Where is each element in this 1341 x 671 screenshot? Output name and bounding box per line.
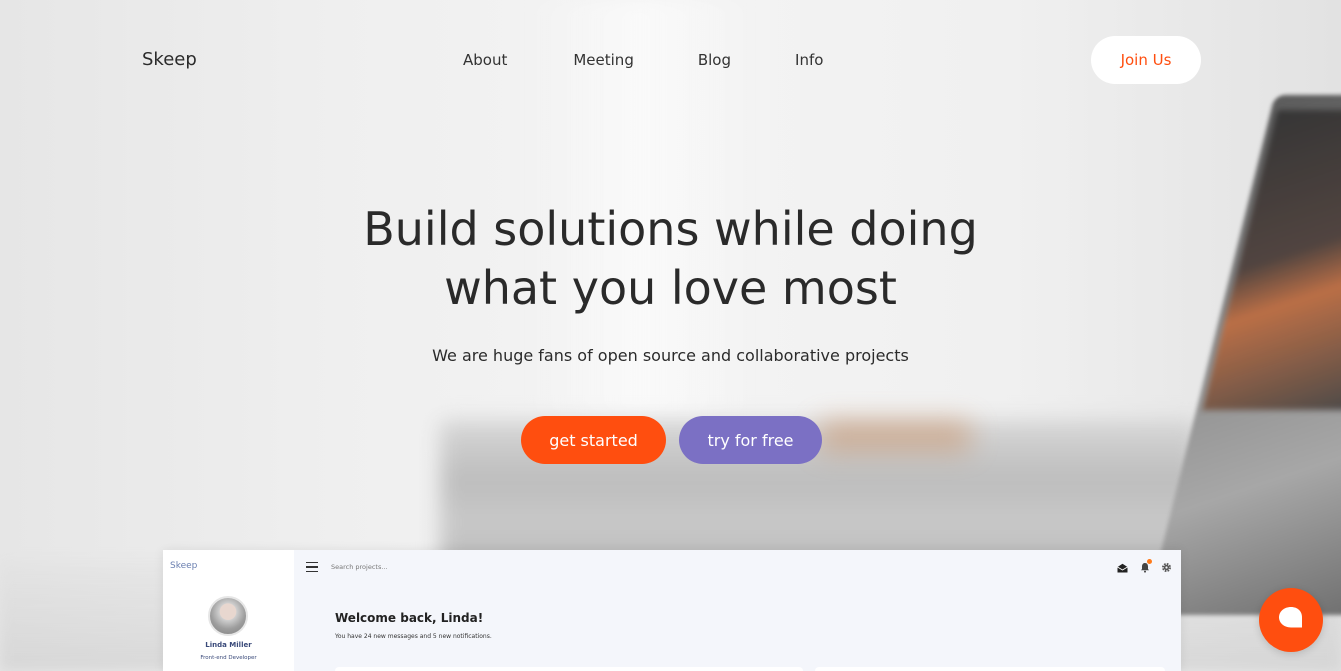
dashboard-preview: Skeep Linda Miller Front-end Developer W… — [163, 550, 1181, 671]
background-books-accent — [820, 422, 970, 450]
dashboard-header-icons — [1116, 559, 1173, 574]
hero-title-line-1: Build solutions while doing — [363, 202, 978, 256]
join-us-button[interactable]: Join Us — [1091, 36, 1201, 84]
dashboard-welcome-message: You have 24 new messages and 5 new notif… — [335, 633, 492, 640]
bell-icon — [1138, 559, 1152, 574]
hero-title: Build solutions while doing what you lov… — [0, 200, 1341, 318]
hamburger-icon — [306, 562, 318, 572]
dashboard-welcome-title: Welcome back, Linda! — [335, 611, 484, 625]
dashboard-user-role: Front-end Developer — [200, 655, 257, 661]
dashboard-card — [335, 667, 803, 671]
dashboard-card — [815, 667, 1165, 671]
nav-link-info[interactable]: Info — [795, 51, 823, 69]
nav-link-about[interactable]: About — [463, 51, 507, 69]
get-started-button[interactable]: get started — [521, 416, 666, 464]
try-for-free-button[interactable]: try for free — [679, 416, 822, 464]
gear-icon — [1160, 561, 1173, 574]
dashboard-user-name: Linda Miller — [205, 641, 252, 649]
avatar — [208, 596, 248, 636]
hero-subtitle: We are huge fans of open source and coll… — [432, 346, 909, 365]
nav-link-meeting[interactable]: Meeting — [573, 51, 633, 69]
nav-link-blog[interactable]: Blog — [698, 51, 731, 69]
dashboard-search-input — [331, 563, 481, 571]
dashboard-logo: Skeep — [170, 561, 198, 571]
chat-bubble-icon — [1278, 606, 1304, 634]
notification-dot — [1147, 559, 1152, 564]
top-navigation: Skeep About Meeting Blog Info Join Us — [0, 0, 1341, 120]
main-menu: About Meeting Blog Info — [463, 51, 823, 69]
dashboard-sidebar: Skeep Linda Miller Front-end Developer — [163, 550, 294, 671]
mail-icon — [1116, 561, 1129, 574]
site-logo[interactable]: Skeep — [142, 49, 197, 70]
chat-widget-button[interactable] — [1259, 588, 1323, 652]
hero-title-line-2: what you love most — [444, 261, 897, 315]
